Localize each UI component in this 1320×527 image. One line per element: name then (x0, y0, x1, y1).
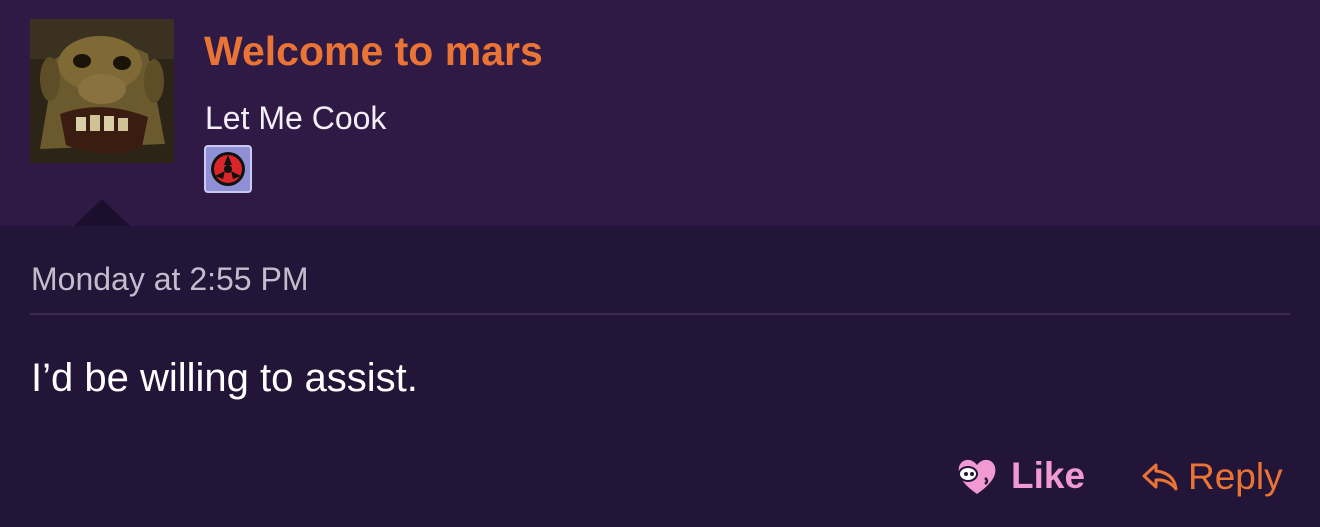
message-text: I’d be willing to assist. (31, 356, 418, 400)
red-emblem-badge-icon (204, 145, 252, 193)
avatar[interactable] (30, 19, 174, 163)
user-title: Let Me Cook (205, 100, 387, 136)
like-button[interactable]: Like (955, 454, 1085, 498)
heart-face-icon (958, 459, 996, 494)
speech-caret (74, 199, 130, 226)
like-label: Like (1011, 455, 1086, 496)
divider (30, 313, 1290, 315)
reply-label: Reply (1188, 456, 1283, 497)
user-header: Welcome to mars Let Me Cook (0, 0, 1320, 226)
reply-arrow-icon (1142, 463, 1178, 491)
post-timestamp[interactable]: Monday at 2:55 PM (31, 261, 308, 298)
username-link[interactable]: Welcome to mars (204, 28, 543, 75)
ogre-face-avatar-icon (30, 19, 174, 163)
forum-post: Welcome to mars Let Me Cook Monday at 2:… (0, 0, 1320, 527)
reply-button[interactable]: Reply (1140, 456, 1283, 498)
